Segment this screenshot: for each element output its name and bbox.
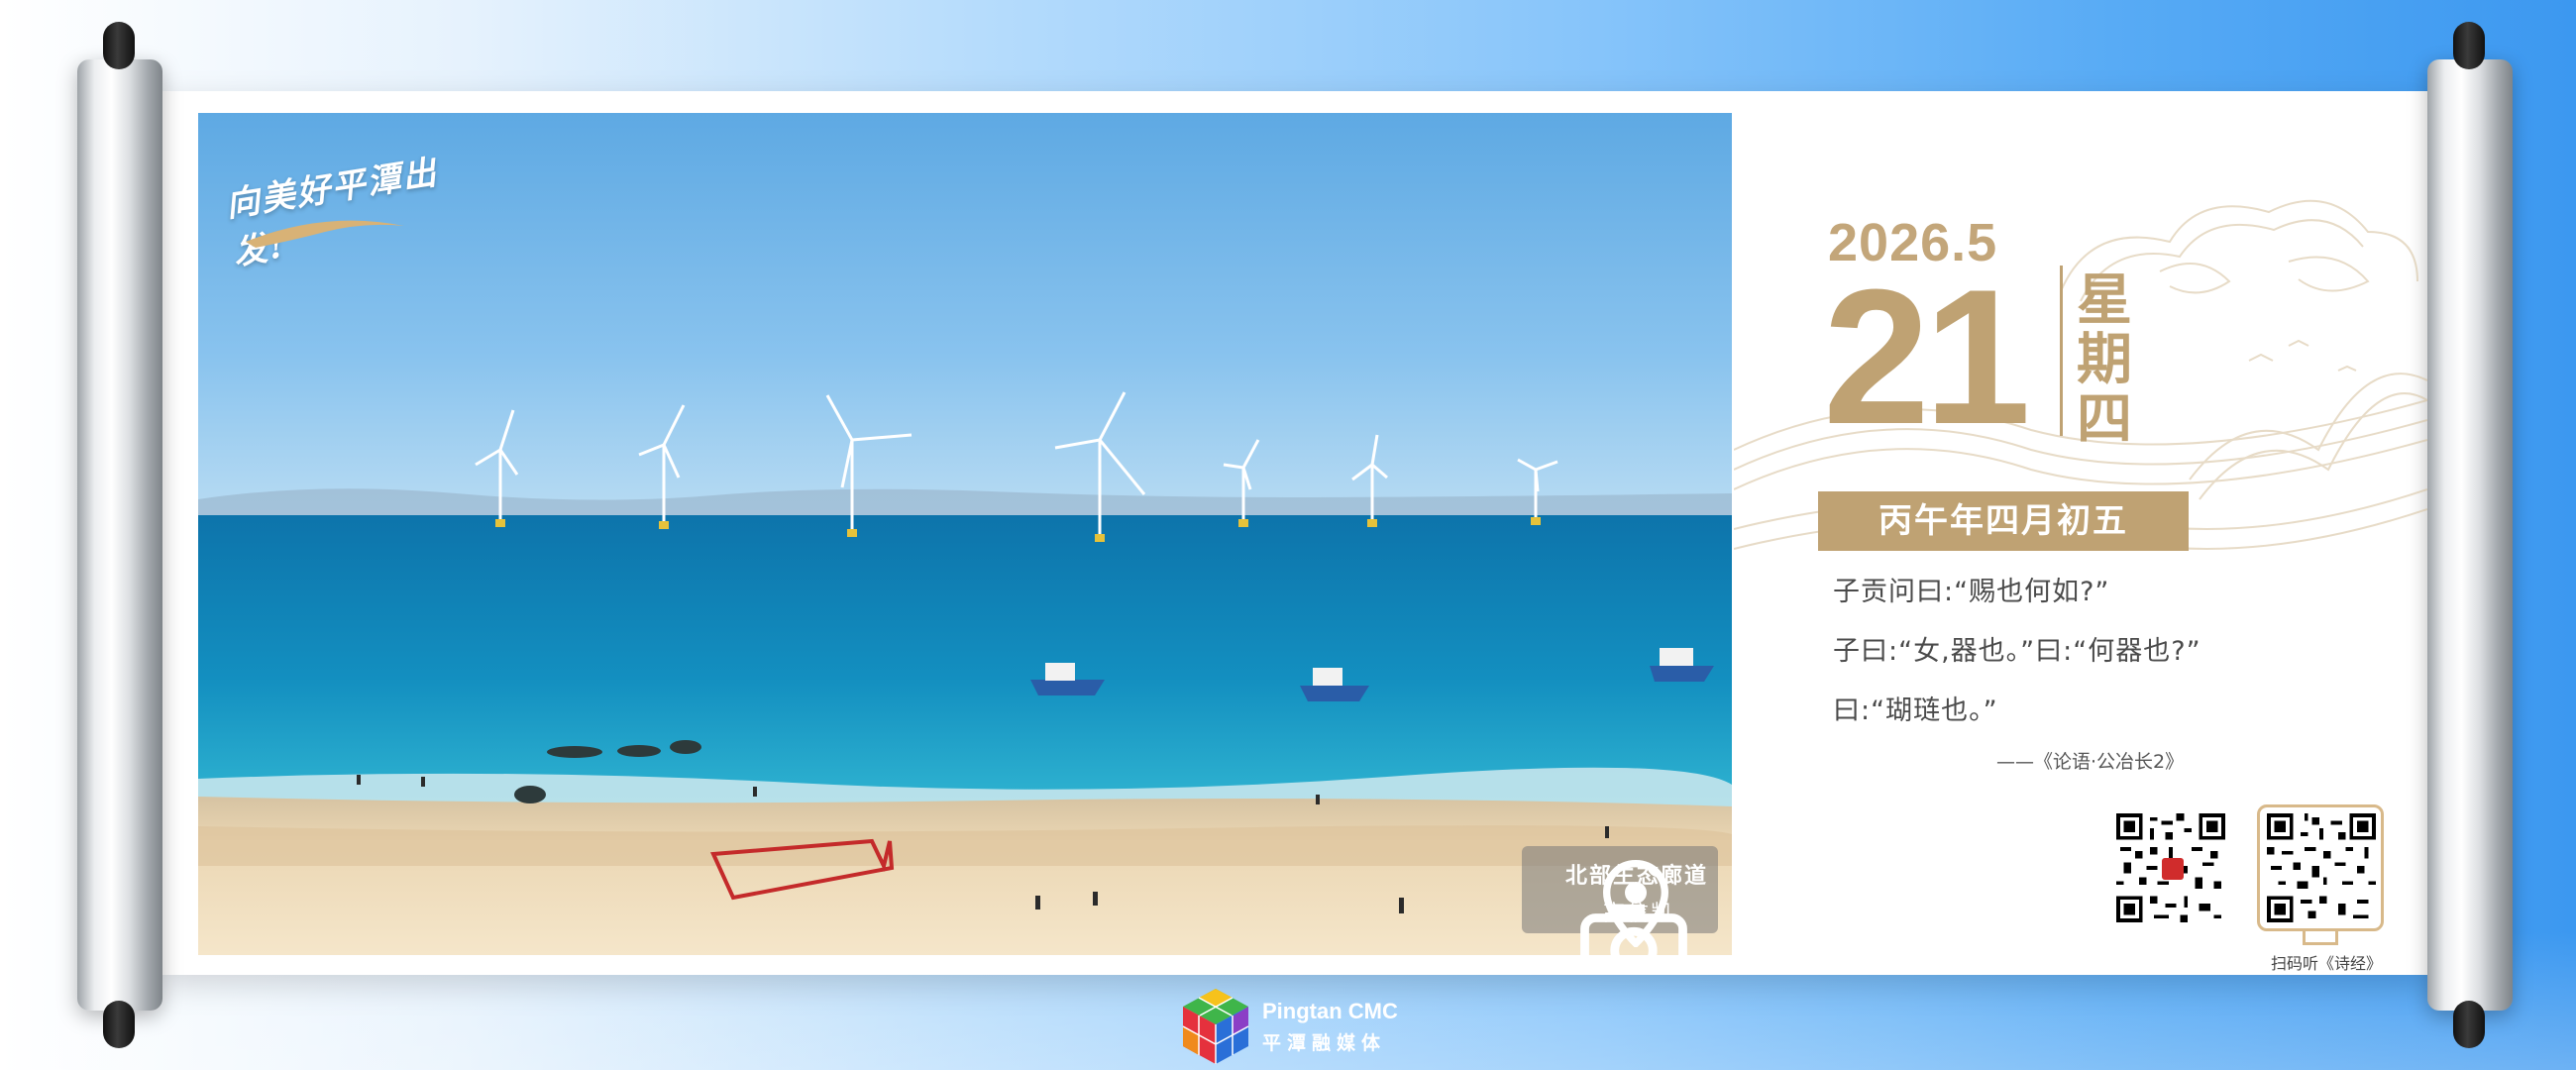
quote-line: 子贡问曰:“赐也何如?” (1833, 577, 2110, 607)
roller-cap-top (2453, 22, 2485, 69)
caption-place: 北部生态廊道 (1565, 863, 1709, 889)
weekday: 星期四 (2077, 268, 2132, 452)
qr-caption: 扫码听《诗经》 (2271, 954, 2383, 973)
qr-code-icon[interactable] (2267, 813, 2376, 922)
date-divider (2060, 266, 2063, 436)
red-seal-icon (2162, 858, 2184, 880)
brand-subtitle: 平潭融媒体 (1262, 1032, 1387, 1054)
qr-frame-stand (2303, 931, 2338, 945)
slogan-badge: 向美好平潭出发! (216, 131, 474, 273)
photo-caption: 北部生态廊道 高信凯 (1522, 846, 1718, 955)
roller-rod (77, 59, 162, 1011)
rubik-cube-logo-icon (1182, 989, 1249, 1064)
quote-source: ——《论语·公冶长2》 (1996, 751, 2185, 773)
slogan-swoosh (246, 220, 404, 248)
roller-cap-top (103, 22, 135, 69)
quote-block: 子贡问曰:“赐也何如?” 子曰:“女,器也。”曰:“何器也?” 曰:“瑚琏也。” (1833, 563, 2348, 741)
calendar-panel: 2026.5 21 星期四 丙午年四月初五 子贡问曰:“赐也何如?” 子曰:“女… (1734, 113, 2427, 975)
roller-cap-bottom (2453, 1001, 2485, 1048)
seascape-photo: 向美好平潭出发! 北部生态廊道 高信凯 (198, 113, 1732, 955)
lunar-date: 丙午年四月初五 (1818, 491, 2189, 551)
caption-author: 高信凯 (1603, 902, 1675, 926)
quote-line: 子曰:“女,器也。”曰:“何器也?” (1833, 636, 2201, 667)
scroll-roller-left (77, 22, 162, 1048)
roller-rod (2427, 59, 2513, 1011)
brand-logo: Pingtan CMC 平潭融媒体 (1181, 987, 1439, 1066)
roller-cap-bottom (103, 1001, 135, 1048)
scroll-roller-right (2427, 22, 2513, 1048)
day-number: 21 (1823, 250, 2031, 465)
quote-line: 曰:“瑚琏也。” (1833, 696, 1998, 726)
brand-name: Pingtan CMC (1262, 999, 1398, 1023)
